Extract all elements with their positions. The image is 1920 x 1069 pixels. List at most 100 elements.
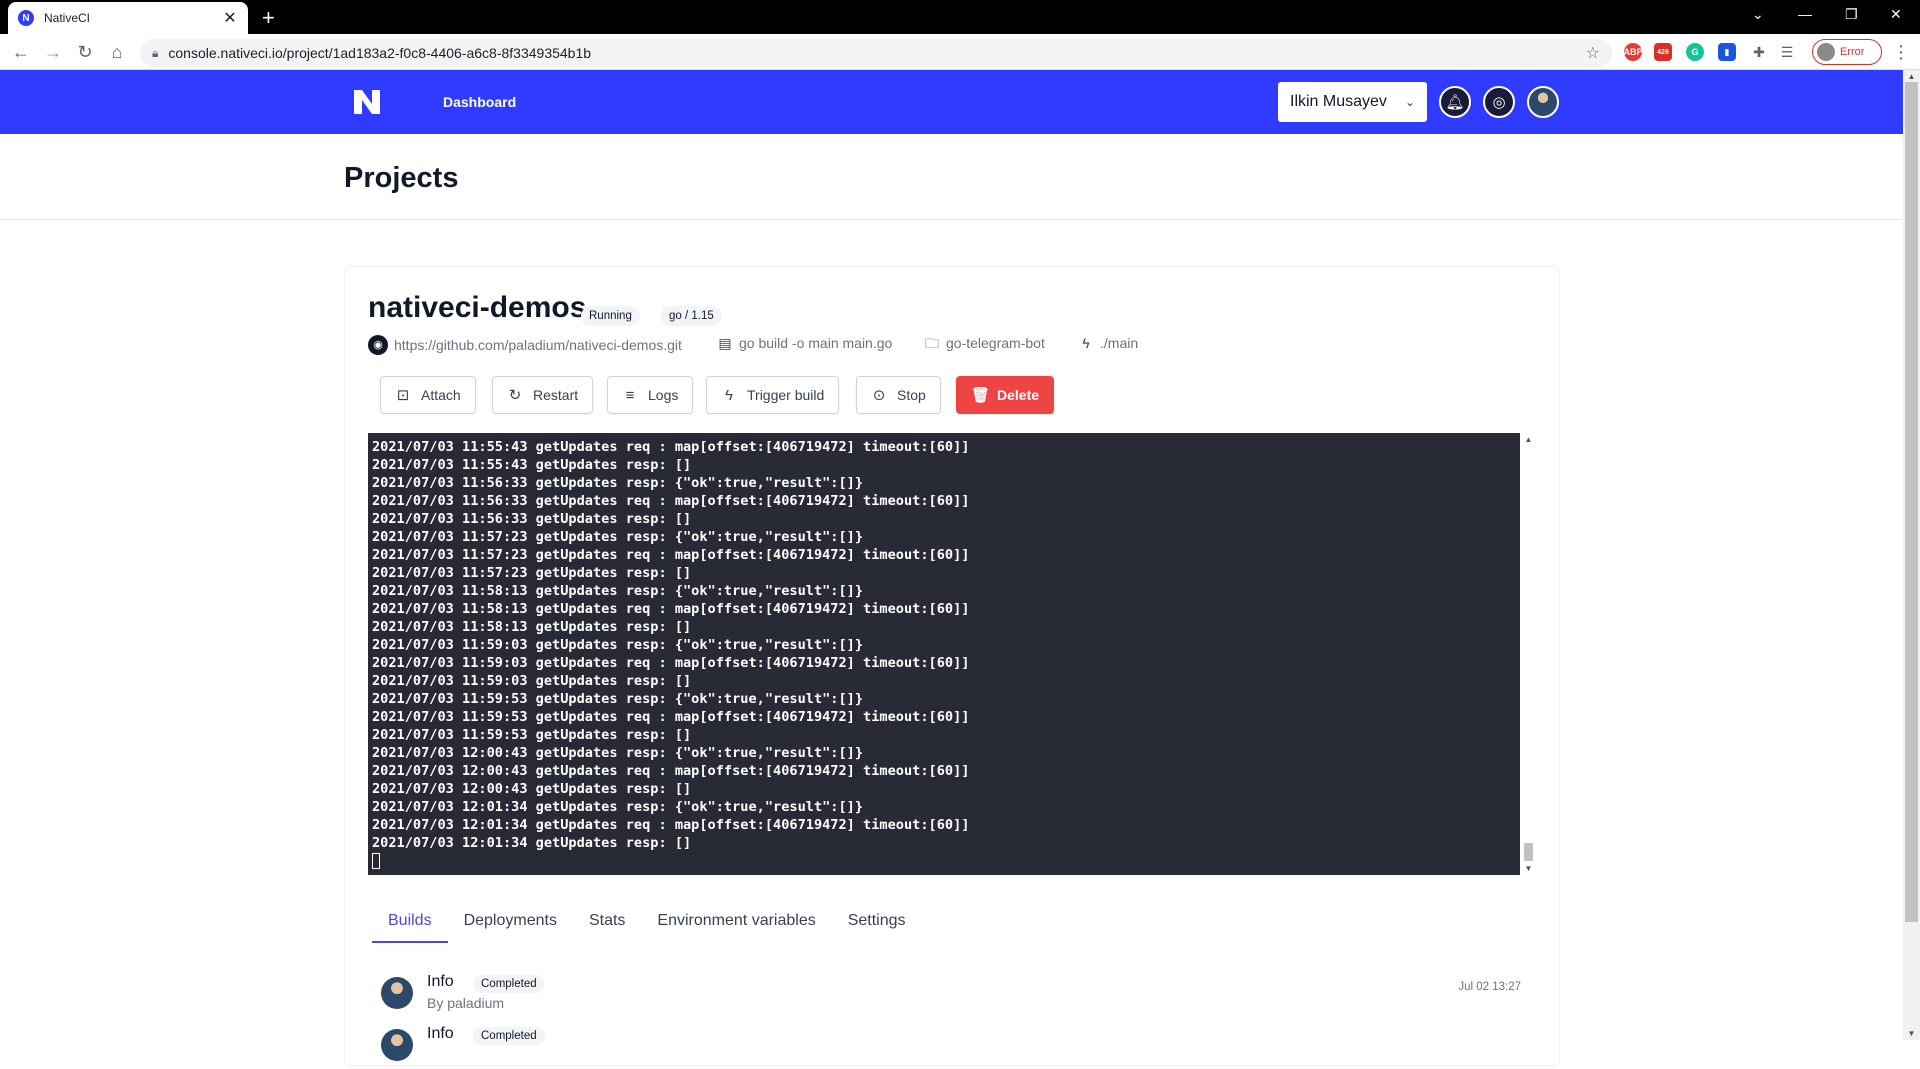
extensions-puzzle-icon[interactable]: ✚ [1750, 43, 1768, 61]
project-card: nativeci-demos Running go / 1.15 ◉ https… [344, 266, 1560, 1066]
scroll-up-icon[interactable]: ▲ [1520, 435, 1537, 444]
profile-status-label: Error [1840, 46, 1865, 58]
terminal-line: 2021/07/03 12:01:34 getUpdates req : map… [372, 817, 970, 833]
project-directory: 🗀 go-telegram-bot [924, 335, 1045, 351]
user-select[interactable]: Ilkin Musayev ⌄ [1278, 82, 1427, 122]
new-tab-icon[interactable]: + [262, 5, 275, 31]
tab-search-icon[interactable]: ⌄ [1752, 6, 1764, 23]
run-command-text: ./main [1100, 335, 1139, 351]
terminal-line: 2021/07/03 11:56:33 getUpdates req : map… [372, 493, 970, 509]
tab-builds[interactable]: Builds [372, 903, 448, 943]
logs-label: Logs [648, 387, 679, 403]
terminal-line: 2021/07/03 11:59:53 getUpdates resp: {"o… [372, 691, 864, 707]
build-author: By paladium [427, 995, 505, 1011]
support-lifebuoy-icon[interactable]: ◎ [1483, 86, 1515, 118]
page-header: Projects [0, 134, 1903, 220]
reload-icon[interactable]: ↻ [74, 41, 96, 63]
run-command: ϟ ./main [1078, 335, 1138, 351]
forward-icon[interactable]: → [42, 41, 64, 63]
delete-button[interactable]: 🗑︎ Delete [956, 376, 1055, 414]
project-tabs: Builds Deployments Stats Environment var… [372, 903, 922, 943]
back-icon[interactable]: ← [10, 41, 32, 63]
tab-environment-variables[interactable]: Environment variables [641, 903, 831, 943]
window-close-icon[interactable]: ✕ [1890, 6, 1902, 23]
terminal-line: 2021/07/03 11:56:33 getUpdates resp: [] [372, 511, 692, 527]
stop-button[interactable]: ⊙ Stop [856, 376, 941, 414]
terminal-line: 2021/07/03 11:57:23 getUpdates resp: {"o… [372, 529, 864, 545]
trigger-build-button[interactable]: ϟ Trigger build [706, 376, 840, 414]
browser-tab[interactable]: N NativeCI ✕ [8, 2, 248, 34]
nativeci-logo-icon[interactable] [352, 88, 382, 116]
address-bar[interactable]: 🔒︎ ☆ [140, 39, 1612, 67]
attach-button[interactable]: ⊡ Attach [380, 376, 476, 414]
adblock-extension-icon[interactable]: ABP [1624, 43, 1643, 61]
nativeci-favicon-icon: N [18, 10, 34, 26]
log-terminal[interactable]: 2021/07/03 11:55:43 getUpdates req : map… [368, 433, 1520, 875]
reading-list-icon[interactable]: ☰ [1778, 43, 1796, 61]
chevron-down-icon: ⌄ [1404, 95, 1415, 109]
restart-icon: ↻ [508, 387, 522, 404]
browser-tabstrip: N NativeCI ✕ + ⌄ — ❐ ✕ [0, 0, 1920, 34]
bookmark-star-icon[interactable]: ☆ [1586, 43, 1600, 63]
mail-extension-icon[interactable]: 426 [1654, 43, 1672, 61]
project-name: nativeci-demos [368, 291, 587, 324]
browser-toolbar: ← → ↻ ⌂ 🔒︎ ☆ ABP 426 G ▮ ✚ ☰ Error ⋮ [0, 34, 1920, 70]
terminal-line: 2021/07/03 11:57:23 getUpdates req : map… [372, 547, 970, 563]
bell-icon[interactable]: 🔔︎ [1439, 86, 1471, 118]
build-command: ▤ go build -o main main.go [717, 335, 892, 351]
lightning-icon: ϟ [1082, 335, 1090, 351]
grammarly-extension-icon[interactable]: G [1686, 43, 1704, 61]
scroll-down-icon[interactable]: ▼ [1903, 1029, 1920, 1038]
attach-label: Attach [421, 387, 461, 403]
tab-title: NativeCI [44, 11, 91, 25]
page-scrollbar[interactable]: ▲ ▼ [1903, 70, 1920, 1040]
build-timestamp: Jul 02 13:27 [1458, 981, 1521, 993]
terminal-line: 2021/07/03 12:01:34 getUpdates resp: [] [372, 835, 692, 851]
home-icon[interactable]: ⌂ [106, 41, 128, 63]
extension-icon[interactable]: ▮ [1718, 43, 1736, 61]
terminal-line: 2021/07/03 11:58:13 getUpdates req : map… [372, 601, 970, 617]
terminal-line: 2021/07/03 12:01:34 getUpdates resp: {"o… [372, 799, 864, 815]
tab-deployments[interactable]: Deployments [448, 903, 573, 943]
terminal-scrollbar[interactable]: ▲ ▼ [1520, 433, 1537, 875]
app-header: Dashboard Ilkin Musayev ⌄ 🔔︎ ◎ [0, 70, 1903, 134]
tab-settings[interactable]: Settings [832, 903, 922, 943]
terminal-line: 2021/07/03 11:55:43 getUpdates req : map… [372, 439, 970, 455]
logs-button[interactable]: ≡ Logs [607, 376, 694, 414]
status-badge: Completed [473, 1027, 545, 1045]
trigger-build-label: Trigger build [747, 387, 825, 403]
terminal-line: 2021/07/03 12:00:43 getUpdates req : map… [372, 763, 970, 779]
restore-icon[interactable]: ❐ [1845, 6, 1858, 23]
profile-button[interactable]: Error [1812, 39, 1882, 65]
restart-button[interactable]: ↻ Restart [492, 376, 594, 414]
repo-url: https://github.com/paladium/nativeci-dem… [394, 337, 682, 353]
restart-label: Restart [533, 387, 579, 403]
avatar[interactable] [1527, 86, 1559, 118]
minimize-icon[interactable]: — [1798, 6, 1812, 22]
repo-link[interactable]: ◉ https://github.com/paladium/nativeci-d… [368, 335, 682, 355]
terminal-line: 2021/07/03 11:59:03 getUpdates resp: [] [372, 673, 692, 689]
status-badge: Completed [473, 975, 545, 993]
stop-circle-icon: ⊙ [872, 387, 886, 404]
stop-label: Stop [897, 387, 926, 403]
scroll-down-icon[interactable]: ▼ [1520, 864, 1537, 873]
list-item[interactable]: Info Completed By paladium Jul 02 13:27 [381, 973, 1521, 1017]
mail-badge-count: 426 [1657, 48, 1669, 56]
terminal-box-icon: ▤ [718, 335, 732, 351]
tab-stats[interactable]: Stats [573, 903, 641, 943]
scroll-up-icon[interactable]: ▲ [1903, 72, 1920, 81]
build-title: Info [427, 1025, 454, 1042]
terminal-line: 2021/07/03 11:56:33 getUpdates resp: {"o… [372, 475, 864, 491]
terminal-line: 2021/07/03 11:58:13 getUpdates resp: [] [372, 619, 692, 635]
folder-icon: 🗀 [925, 335, 939, 351]
url-input[interactable] [168, 45, 1586, 61]
page-scroll-thumb[interactable] [1905, 82, 1918, 922]
trash-icon: 🗑︎ [971, 387, 991, 404]
list-item[interactable]: Info Completed [381, 1025, 1521, 1069]
terminal-scroll-thumb[interactable] [1524, 843, 1533, 861]
lock-icon: 🔒︎ [152, 45, 159, 60]
nav-dashboard-link[interactable]: Dashboard [443, 94, 516, 110]
terminal-line: 2021/07/03 12:00:43 getUpdates resp: {"o… [372, 745, 864, 761]
close-tab-icon[interactable]: ✕ [222, 8, 238, 28]
browser-menu-icon[interactable]: ⋮ [1890, 41, 1912, 63]
